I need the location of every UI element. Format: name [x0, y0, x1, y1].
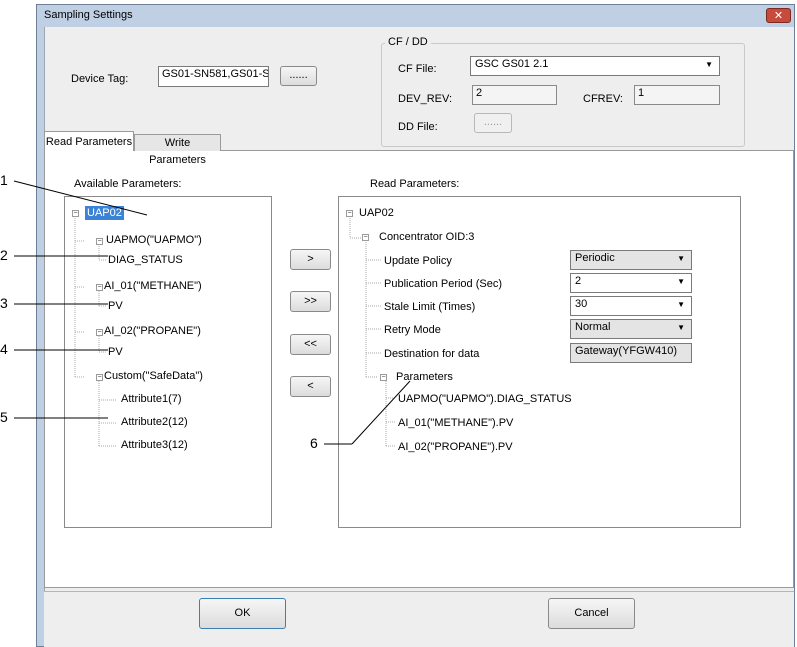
callout-3: 3 [0, 295, 8, 311]
callout-4: 4 [0, 341, 8, 357]
callout-1: 1 [0, 172, 8, 188]
callout-5: 5 [0, 409, 8, 425]
callout-lines [13, 180, 411, 445]
callout-6: 6 [310, 435, 318, 451]
callout-2: 2 [0, 247, 8, 263]
